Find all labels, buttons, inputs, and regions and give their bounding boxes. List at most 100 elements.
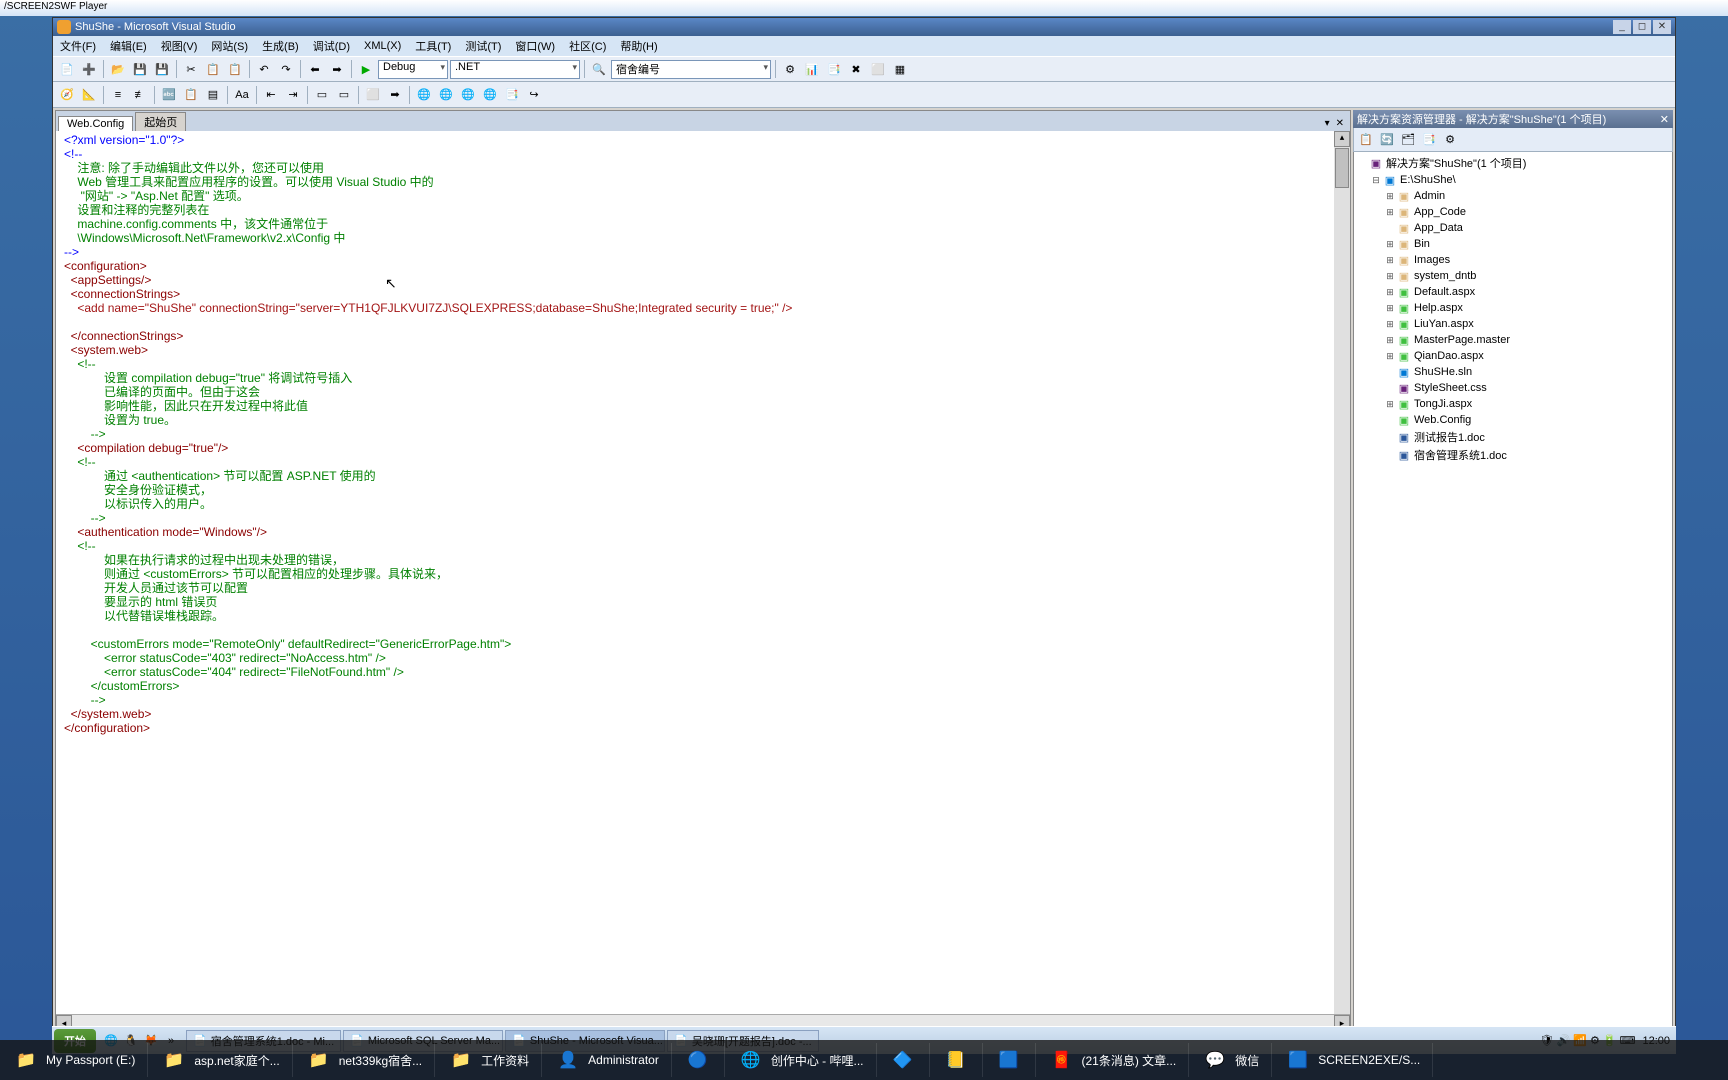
outer-task-button[interactable]: 👤Administrator [542, 1043, 672, 1077]
tree-node[interactable]: ▣宿舍管理系统1.doc [1356, 446, 1670, 464]
tool-icon[interactable]: ➡ [385, 85, 405, 105]
find-icon[interactable]: 🔍 [589, 59, 609, 79]
tree-node[interactable]: ⊞▣QianDao.aspx [1356, 348, 1670, 364]
tree-node[interactable]: ⊞▣App_Code [1356, 204, 1670, 220]
tree-node[interactable]: ⊟▣E:\ShuShe\ [1356, 172, 1670, 188]
menu-item[interactable]: 社区(C) [562, 38, 613, 54]
outer-task-button[interactable]: 📒 [930, 1043, 983, 1077]
tool-icon[interactable]: 🌐 [480, 85, 500, 105]
tree-node[interactable]: ⊞▣TongJi.aspx [1356, 396, 1670, 412]
comment-icon[interactable]: ≡ [108, 85, 128, 105]
expand-icon[interactable]: ⊞ [1384, 399, 1396, 410]
expand-icon[interactable]: ⊞ [1384, 239, 1396, 250]
properties-icon[interactable]: 📋 [1356, 130, 1376, 150]
tree-node[interactable]: ⊞▣MasterPage.master [1356, 332, 1670, 348]
outer-task-button[interactable]: 📁net339kg宿舍... [293, 1043, 435, 1077]
tree-node[interactable]: ⊞▣Bin [1356, 236, 1670, 252]
close-button[interactable]: ✕ [1653, 20, 1671, 34]
outer-task-button[interactable]: 📁asp.net家庭个... [148, 1043, 292, 1077]
minimize-button[interactable]: _ [1613, 20, 1631, 34]
tool-icon[interactable]: ▦ [890, 59, 910, 79]
outer-task-button[interactable]: 💬微信 [1189, 1043, 1272, 1077]
add-item-icon[interactable]: ➕ [79, 59, 99, 79]
config-combo[interactable]: Debug [378, 60, 448, 79]
expand-icon[interactable]: ⊞ [1384, 191, 1396, 202]
tree-node[interactable]: ▣Web.Config [1356, 412, 1670, 428]
tool-icon[interactable]: 🌐 [414, 85, 434, 105]
menu-item[interactable]: 视图(V) [154, 38, 205, 54]
tree-node[interactable]: ⊞▣Images [1356, 252, 1670, 268]
expand-icon[interactable]: ⊞ [1384, 335, 1396, 346]
tool-icon[interactable]: 🌐 [436, 85, 456, 105]
solution-tree[interactable]: ▣解决方案"ShuShe"(1 个项目)⊟▣E:\ShuShe\⊞▣Admin⊞… [1353, 152, 1673, 1031]
expand-icon[interactable]: ⊞ [1384, 351, 1396, 362]
tool-icon[interactable]: 📑 [502, 85, 522, 105]
nav-fwd-icon[interactable]: ➡ [327, 59, 347, 79]
tree-node[interactable]: ⊞▣Default.aspx [1356, 284, 1670, 300]
menu-item[interactable]: 文件(F) [53, 38, 103, 54]
outer-task-button[interactable]: 🧧(21条消息) 文章... [1036, 1043, 1190, 1077]
tree-node[interactable]: ⊞▣Admin [1356, 188, 1670, 204]
uncomment-icon[interactable]: ≢ [130, 85, 150, 105]
menu-item[interactable]: 帮助(H) [613, 38, 664, 54]
tool-icon[interactable]: ▤ [203, 85, 223, 105]
tree-node[interactable]: ▣测试报告1.doc [1356, 428, 1670, 446]
outer-task-button[interactable]: 🌐创作中心 - 哔哩... [725, 1043, 877, 1077]
tool-icon[interactable]: ⚙ [780, 59, 800, 79]
tool-icon[interactable]: 🌐 [458, 85, 478, 105]
menu-item[interactable]: 测试(T) [458, 38, 508, 54]
save-all-icon[interactable]: 💾 [152, 59, 172, 79]
menu-item[interactable]: 网站(S) [204, 38, 255, 54]
tree-node[interactable]: ▣解决方案"ShuShe"(1 个项目) [1356, 154, 1670, 172]
expand-icon[interactable]: ⊞ [1384, 207, 1396, 218]
menu-item[interactable]: XML(X) [357, 40, 408, 52]
undo-icon[interactable]: ↶ [254, 59, 274, 79]
paste-icon[interactable]: 📋 [225, 59, 245, 79]
expand-icon[interactable]: ⊞ [1384, 271, 1396, 282]
tool-icon[interactable]: 🧭 [57, 85, 77, 105]
tool-icon[interactable]: ⬜ [868, 59, 888, 79]
tab-startpage[interactable]: 起始页 [135, 112, 186, 131]
tool-icon[interactable]: 📊 [802, 59, 822, 79]
start-debug-icon[interactable]: ▶ [356, 59, 376, 79]
expand-icon[interactable]: ⊟ [1370, 175, 1382, 186]
vertical-scrollbar[interactable]: ▴ [1334, 131, 1350, 1014]
nest-icon[interactable]: 🗂 [1398, 130, 1418, 150]
menu-item[interactable]: 窗口(W) [508, 38, 562, 54]
tab-webconfig[interactable]: Web.Config [58, 116, 133, 131]
indent-less-icon[interactable]: ⇤ [261, 85, 281, 105]
tool-icon[interactable]: ⬜ [363, 85, 383, 105]
tree-node[interactable]: ▣StyleSheet.css [1356, 380, 1670, 396]
outer-task-button[interactable]: 📁My Passport (E:) [0, 1043, 148, 1077]
expand-icon[interactable]: ⊞ [1384, 255, 1396, 266]
tool-icon[interactable]: Aa [232, 85, 252, 105]
menu-item[interactable]: 工具(T) [408, 38, 458, 54]
tab-close-icon[interactable]: ✕ [1334, 118, 1346, 129]
tool-icon[interactable]: 🔤 [159, 85, 179, 105]
outer-task-button[interactable]: 🟦 [983, 1043, 1036, 1077]
tool-icon[interactable]: 📑 [824, 59, 844, 79]
code-editor[interactable]: <?xml version="1.0"?> <!-- 注意: 除了手动编辑此文件… [56, 131, 1350, 1014]
outer-task-button[interactable]: 🔵 [672, 1043, 725, 1077]
menu-item[interactable]: 调试(D) [306, 38, 357, 54]
asp-config-icon[interactable]: ⚙ [1440, 130, 1460, 150]
copy-site-icon[interactable]: 📑 [1419, 130, 1439, 150]
open-icon[interactable]: 📂 [108, 59, 128, 79]
tree-node[interactable]: ⊞▣Help.aspx [1356, 300, 1670, 316]
tree-node[interactable]: ▣ShuSHe.sln [1356, 364, 1670, 380]
outer-task-button[interactable]: 🟦SCREEN2EXE/S... [1272, 1043, 1433, 1077]
cut-icon[interactable]: ✂ [181, 59, 201, 79]
save-icon[interactable]: 💾 [130, 59, 150, 79]
tool-icon[interactable]: ↪ [524, 85, 544, 105]
tool-icon[interactable]: ▭ [312, 85, 332, 105]
outer-task-button[interactable]: 📁工作资料 [435, 1043, 542, 1077]
menu-item[interactable]: 生成(B) [255, 38, 306, 54]
platform-combo[interactable]: .NET [450, 60, 580, 79]
expand-icon[interactable]: ⊞ [1384, 319, 1396, 330]
tool-icon[interactable]: 📐 [79, 85, 99, 105]
tool-icon[interactable]: ✖ [846, 59, 866, 79]
redo-icon[interactable]: ↷ [276, 59, 296, 79]
copy-icon[interactable]: 📋 [203, 59, 223, 79]
find-combo[interactable]: 宿舍编号 [611, 60, 771, 79]
indent-more-icon[interactable]: ⇥ [283, 85, 303, 105]
